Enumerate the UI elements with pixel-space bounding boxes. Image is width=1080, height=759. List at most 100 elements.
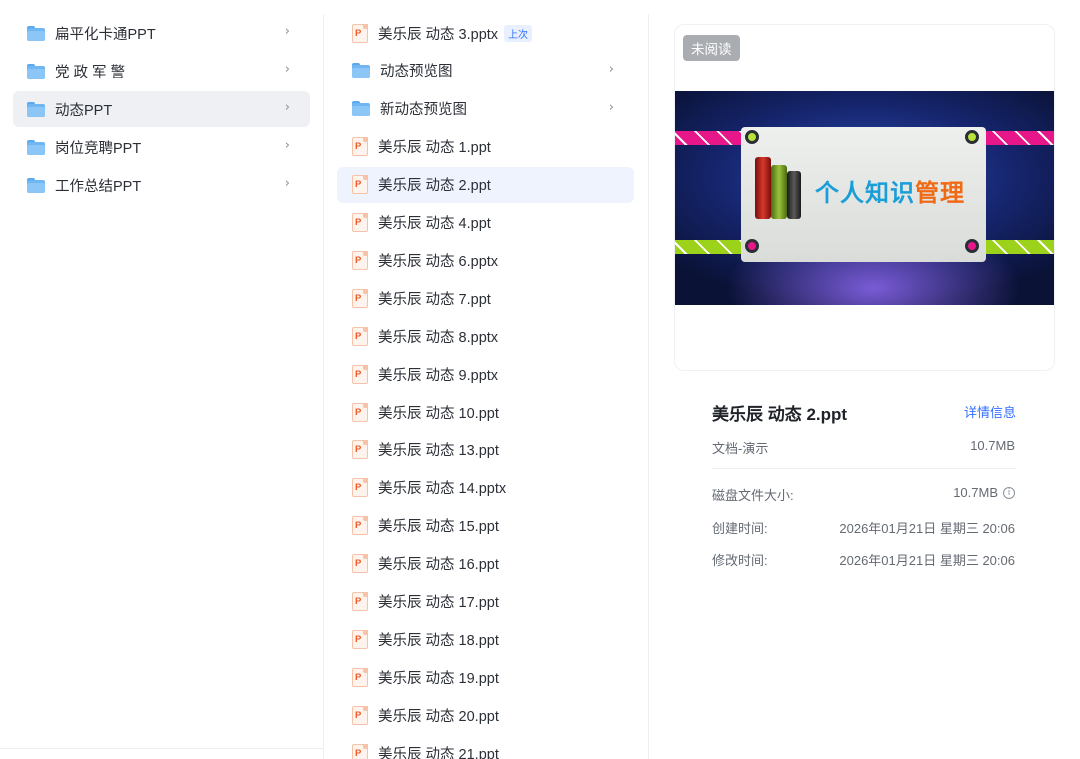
file-item[interactable]: P 美乐辰 动态 21.ppt — [337, 735, 634, 759]
ppt-file-icon: P — [352, 364, 368, 384]
file-item-label: 美乐辰 动态 6.pptx — [378, 253, 499, 270]
file-item-label: 美乐辰 动态 15.ppt — [378, 519, 499, 536]
file-item[interactable]: P 美乐辰 动态 14.pptx — [337, 470, 634, 506]
ppt-file-icon: P — [352, 705, 368, 725]
slide-knot — [965, 239, 979, 253]
folder-icon — [27, 139, 45, 155]
file-item[interactable]: P 美乐辰 动态 19.ppt — [337, 659, 634, 695]
file-item-label: 美乐辰 动态 21.ppt — [378, 746, 499, 759]
file-item-label: 美乐辰 动态 4.ppt — [378, 216, 491, 232]
file-item[interactable]: P 美乐辰 动态 18.ppt — [337, 621, 634, 657]
folder-item[interactable]: 扁平化卡通PPT › — [13, 15, 310, 51]
file-item-label: 美乐辰 动态 16.ppt — [378, 557, 499, 574]
slide-knot — [745, 130, 759, 144]
ppt-file-icon: P — [352, 516, 368, 536]
ppt-file-icon: P — [352, 554, 368, 574]
file-item[interactable]: P 美乐辰 动态 10.ppt — [337, 394, 634, 430]
file-item-label: 美乐辰 动态 2.ppt — [378, 178, 491, 195]
ppt-file-icon: P — [352, 250, 368, 270]
file-item-label: 美乐辰 动态 14.pptx — [378, 481, 507, 498]
unread-badge: 未阅读 — [683, 35, 740, 61]
slide-knot — [745, 239, 759, 253]
file-item[interactable]: P 美乐辰 动态 3.pptx 上次 — [337, 15, 634, 51]
file-item[interactable]: P 美乐辰 动态 15.ppt — [337, 508, 634, 544]
file-item[interactable]: P 美乐辰 动态 1.ppt — [337, 129, 634, 165]
folder-item[interactable]: 工作总结PPT › — [13, 167, 310, 203]
folder-item[interactable]: 党 政 军 警 › — [13, 53, 310, 89]
slide-title: 个人知识管理 — [815, 179, 965, 207]
book-graphic — [787, 171, 801, 219]
ppt-file-icon: P — [352, 743, 368, 759]
column-divider — [648, 14, 649, 759]
file-item-label: 美乐辰 动态 8.pptx — [378, 329, 499, 346]
folder-icon — [27, 25, 45, 41]
ppt-file-icon: P — [352, 213, 368, 232]
folder-icon — [27, 177, 45, 193]
folder-item[interactable]: 岗位竞聘PPT › — [13, 129, 310, 165]
modified-value: 2026年01月21日 星期三 20:06 — [839, 553, 1015, 568]
folder-icon — [27, 101, 45, 117]
file-item[interactable]: P 美乐辰 动态 17.ppt — [337, 584, 634, 620]
folder-item-label: 动态预览图 — [380, 64, 453, 81]
ppt-file-icon: P — [352, 478, 368, 498]
ppt-file-icon: P — [352, 326, 368, 346]
file-item[interactable]: P 美乐辰 动态 4.ppt — [337, 205, 634, 241]
file-item[interactable]: P 美乐辰 动态 13.ppt — [337, 432, 634, 468]
file-item[interactable]: P 美乐辰 动态 8.pptx — [337, 318, 634, 354]
ppt-file-icon: P — [352, 402, 368, 422]
file-item[interactable]: P 美乐辰 动态 20.ppt — [337, 697, 634, 733]
folder-item-label: 岗位竞聘PPT — [55, 140, 142, 157]
file-item-label: 美乐辰 动态 19.ppt — [378, 670, 499, 687]
file-item[interactable]: P 美乐辰 动态 16.ppt — [337, 546, 634, 582]
slide-knot — [965, 130, 979, 144]
ppt-file-icon: P — [352, 667, 368, 687]
created-label: 创建时间: — [712, 521, 768, 536]
ppt-file-icon: P — [352, 288, 368, 308]
chevron-right-icon: › — [608, 61, 614, 77]
chevron-right-icon: › — [284, 100, 290, 115]
folder-column: 扁平化卡通PPT › 党 政 军 警 › 动态PPT › 岗位竞聘PPT › 工作总结PPT › — [0, 0, 323, 759]
last-opened-badge: 上次 — [504, 24, 533, 42]
folder-item-label: 工作总结PPT — [55, 178, 142, 195]
ppt-file-icon: P — [352, 137, 368, 157]
ppt-file-icon: P — [352, 175, 368, 195]
file-item[interactable]: P 美乐辰 动态 9.pptx — [337, 356, 634, 392]
chevron-right-icon: › — [284, 138, 290, 153]
book-graphic — [755, 157, 771, 219]
file-item-label: 美乐辰 动态 7.ppt — [378, 291, 491, 308]
ppt-file-icon: P — [352, 592, 368, 611]
file-item-label: 美乐辰 动态 13.ppt — [378, 443, 499, 460]
book-graphic — [771, 165, 787, 219]
modified-label: 修改时间: — [712, 553, 768, 568]
file-item[interactable]: P 美乐辰 动态 7.ppt — [337, 280, 634, 316]
folder-item-label: 新动态预览图 — [380, 102, 467, 119]
ppt-file-icon: P — [352, 23, 368, 43]
file-title: 美乐辰 动态 2.ppt — [712, 405, 848, 424]
file-item-label: 美乐辰 动态 9.pptx — [378, 367, 499, 384]
details-divider — [712, 468, 1016, 469]
folder-item-label: 扁平化卡通PPT — [55, 26, 156, 43]
folder-item-label: 党 政 军 警 — [55, 64, 126, 81]
slide-thumbnail: 个人知识管理 — [675, 91, 1054, 305]
file-item-label: 美乐辰 动态 18.ppt — [378, 632, 499, 649]
column-bottom-divider — [0, 748, 323, 749]
preview-card[interactable]: 未阅读 个人知识管理 — [674, 24, 1055, 371]
detail-info-link[interactable]: 详情信息 — [964, 402, 1016, 421]
info-circle-icon[interactable]: i — [1003, 486, 1015, 499]
file-column: P 美乐辰 动态 3.pptx 上次动态预览图 › 新动态预览图 › P 美乐辰 动态 1.p… — [324, 0, 648, 759]
file-item-label: 美乐辰 动态 1.ppt — [378, 140, 491, 157]
file-item-label: 美乐辰 动态 17.ppt — [378, 595, 499, 611]
folder-icon — [352, 101, 370, 117]
folder-item[interactable]: 动态预览图 › — [337, 53, 634, 89]
folder-item[interactable]: 新动态预览图 › — [337, 91, 634, 127]
file-size: 10.7MB — [970, 438, 1015, 453]
file-item[interactable]: P 美乐辰 动态 6.pptx — [337, 242, 634, 278]
chevron-right-icon: › — [284, 62, 290, 77]
folder-item[interactable]: 动态PPT › — [13, 91, 310, 127]
file-type: 文档-演示 — [712, 441, 769, 456]
ppt-file-icon: P — [352, 440, 368, 460]
file-item[interactable]: P 美乐辰 动态 2.ppt — [337, 166, 634, 203]
folder-icon — [27, 63, 45, 79]
chevron-right-icon: › — [608, 99, 614, 115]
disk-size-label: 磁盘文件大小: — [712, 488, 794, 503]
